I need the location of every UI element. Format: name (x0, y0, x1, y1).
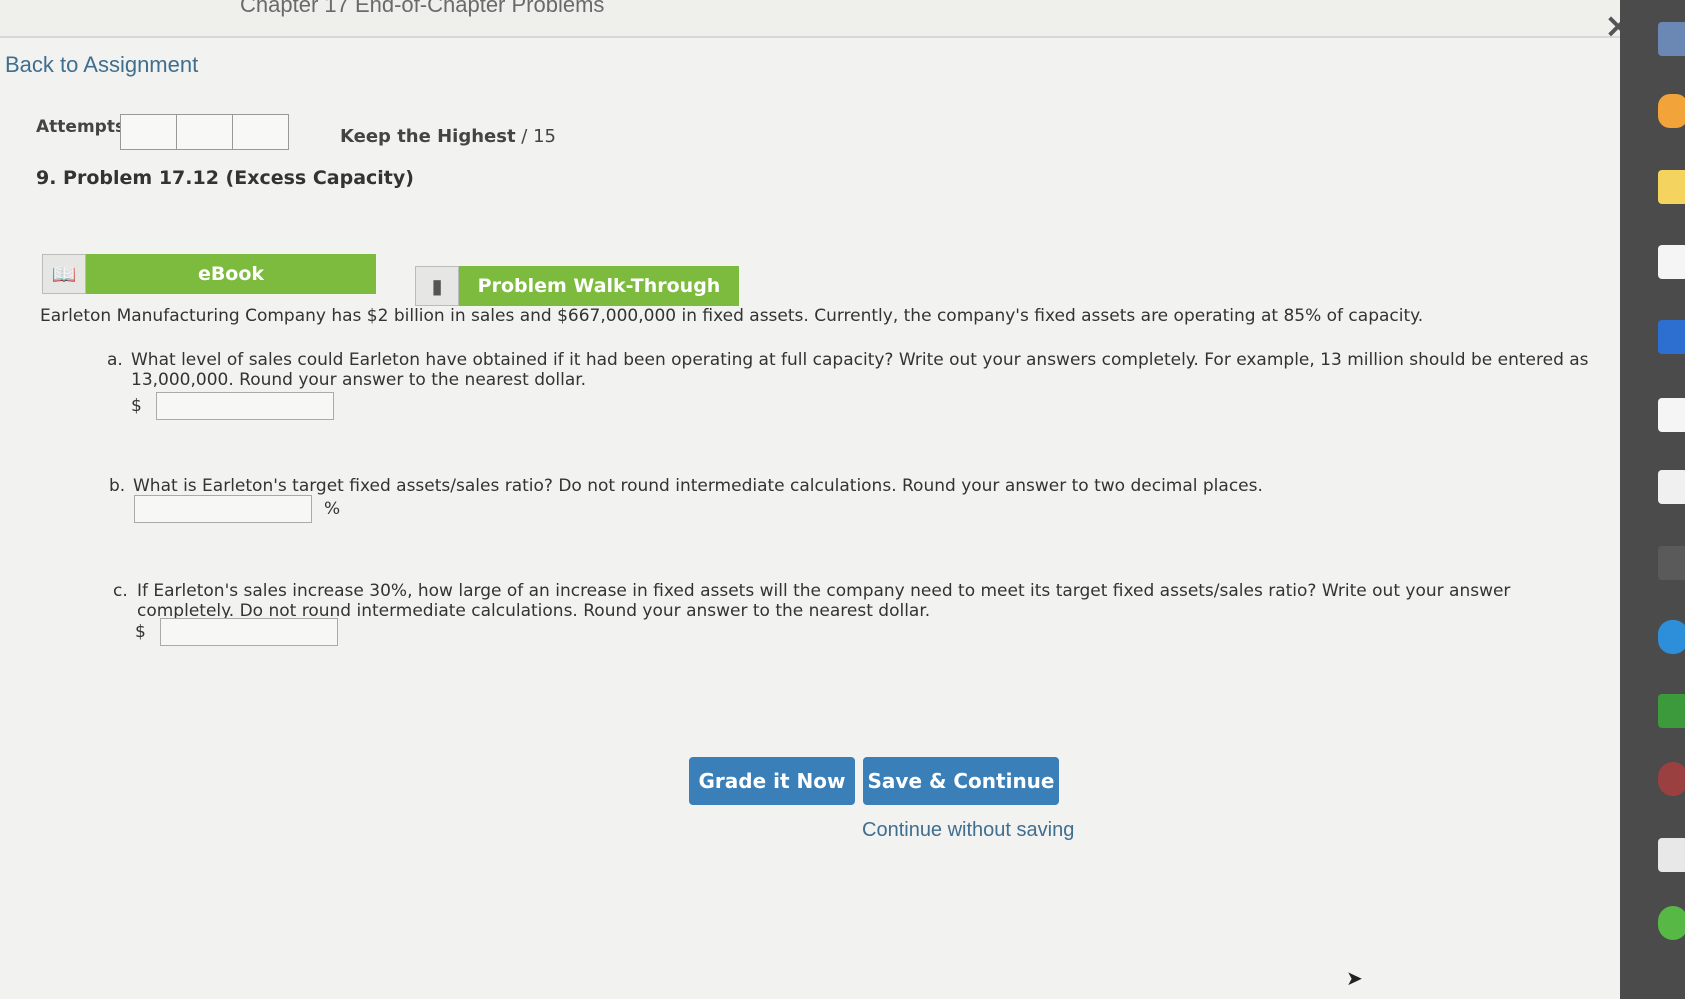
attempt-box (232, 114, 289, 150)
dollar-prefix: $ (131, 396, 142, 416)
onenote-icon[interactable] (1658, 398, 1685, 432)
attempt-box (176, 114, 233, 150)
google-docs-icon[interactable] (1658, 245, 1685, 279)
book-icon: 📖 (42, 254, 86, 294)
problem-stem: Earleton Manufacturing Company has $2 bi… (40, 306, 1424, 326)
ebook-button[interactable]: 📖 eBook (42, 254, 376, 294)
question-a: a. What level of sales could Earleton hav… (107, 350, 1597, 390)
pencil-icon[interactable] (1658, 470, 1685, 504)
question-b: b. What is Earleton's target fixed assets… (109, 476, 1509, 496)
dollar-prefix: $ (135, 622, 146, 642)
ebook-label: eBook (86, 254, 376, 294)
question-text: What is Earleton's target fixed assets/s… (133, 476, 1263, 496)
attempt-boxes (120, 114, 289, 150)
google-drive-icon[interactable] (1658, 694, 1685, 728)
problem-title: 9. Problem 17.12 (Excess Capacity) (36, 167, 414, 189)
keep-highest-label: Keep the Highest / 15 (340, 126, 556, 147)
keep-highest-text: Keep the Highest (340, 126, 516, 147)
mouse-cursor-icon: ➤ (1346, 966, 1363, 990)
score-total: / 15 (521, 126, 556, 147)
answer-input-a[interactable] (155, 392, 334, 420)
attempt-box (120, 114, 177, 150)
percent-suffix: % (324, 499, 341, 519)
continue-without-saving-link[interactable]: Continue without saving (862, 819, 1074, 842)
bookmark-icon[interactable] (1658, 320, 1685, 354)
grade-it-now-button[interactable]: Grade it Now (689, 757, 855, 805)
walkthrough-label: Problem Walk-Through (459, 266, 739, 306)
question-letter: a. (107, 350, 123, 370)
answer-input-b[interactable] (134, 495, 312, 523)
window-title: Chapter 17 End-of-Chapter Problems (240, 0, 605, 17)
answer-input-c[interactable] (159, 618, 338, 646)
question-text: If Earleton's sales increase 30%, how la… (137, 581, 1511, 621)
cloud-icon[interactable] (1658, 620, 1685, 654)
answer-row-a: $ (131, 392, 334, 420)
question-letter: c. (113, 581, 128, 601)
circle-icon[interactable] (1658, 906, 1685, 940)
film-icon: ▮ (415, 266, 459, 306)
header-divider (0, 36, 1645, 38)
feather-icon[interactable] (1658, 22, 1685, 56)
back-to-assignment-link[interactable]: Back to Assignment (5, 52, 198, 78)
rss-icon[interactable] (1658, 94, 1685, 128)
answer-row-c: $ (135, 618, 338, 646)
question-c: c. If Earleton's sales increase 30%, how … (113, 581, 1533, 621)
answer-row-b: % (134, 495, 340, 523)
walkthrough-button[interactable]: ▮ Problem Walk-Through (415, 266, 739, 306)
wave-icon[interactable] (1658, 546, 1685, 580)
question-letter: b. (109, 476, 126, 496)
question-text: What level of sales could Earleton have … (131, 350, 1589, 390)
save-continue-button[interactable]: Save & Continue (863, 757, 1059, 805)
font-size-icon[interactable] (1658, 170, 1685, 204)
grade-a-icon[interactable] (1658, 762, 1685, 796)
notes-icon[interactable] (1658, 838, 1685, 872)
attempts-label: Attempts (36, 117, 126, 137)
